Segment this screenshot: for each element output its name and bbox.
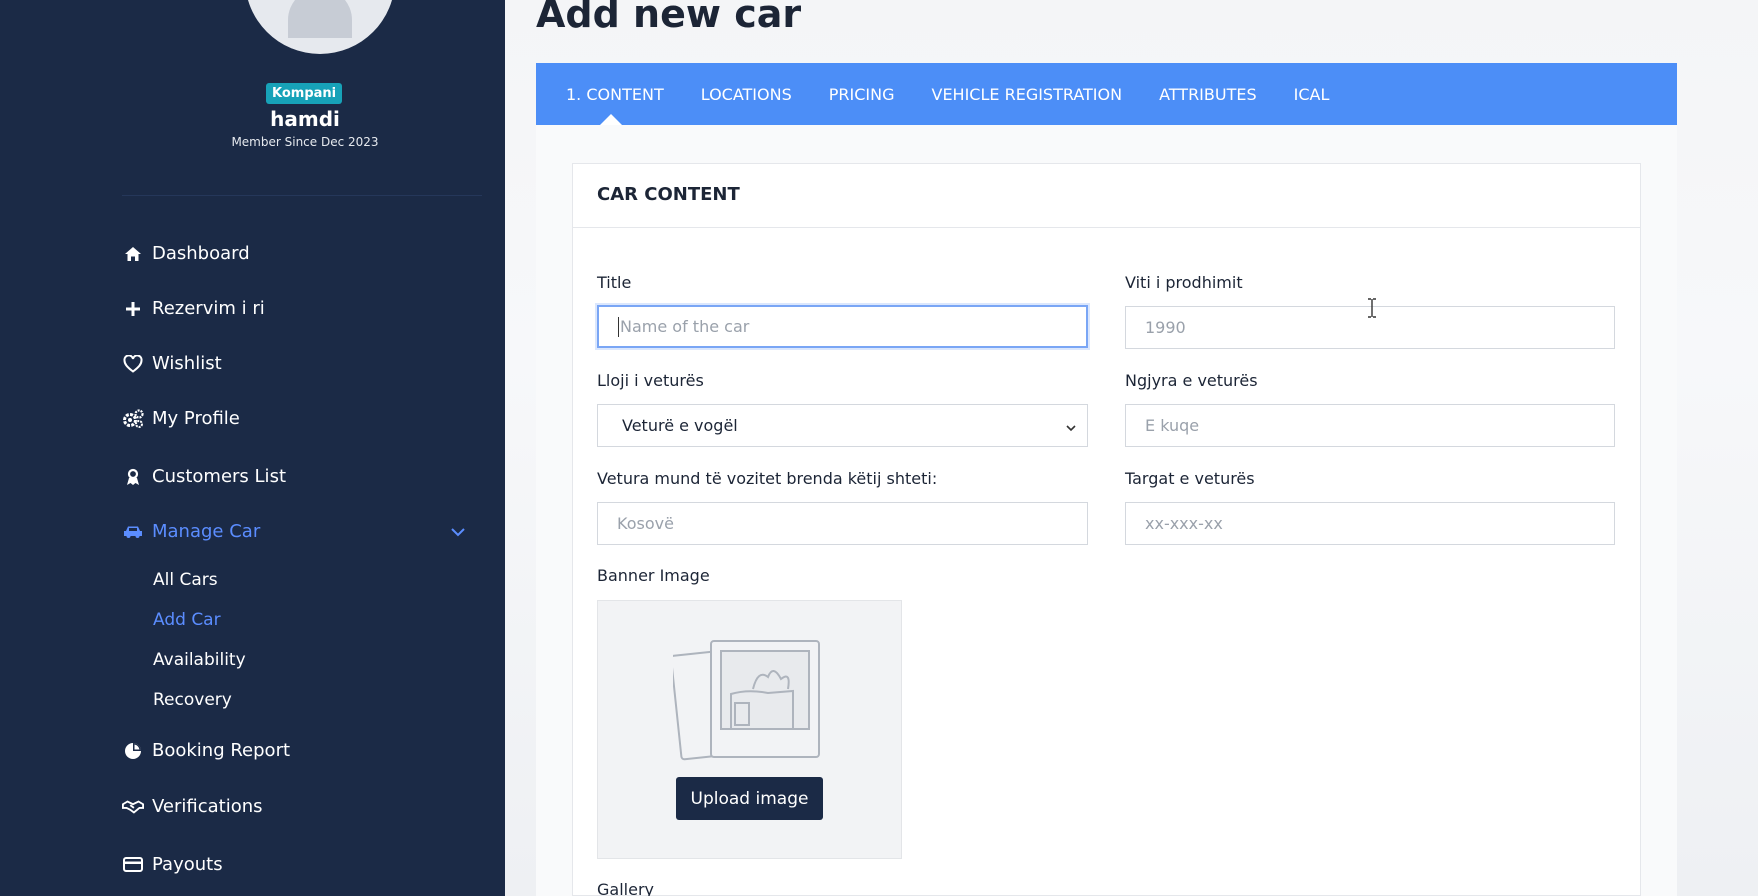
tab-vehicle-registration[interactable]: VEHICLE REGISTRATION <box>932 85 1123 104</box>
car-color-input[interactable]: E kuqe <box>1125 404 1615 447</box>
sidebar: Kompani hamdi Member Since Dec 2023 Dash… <box>0 0 505 896</box>
sidebar-divider <box>122 195 482 196</box>
car-color-label: Ngjyra e veturës <box>1125 371 1258 390</box>
tab-attributes[interactable]: ATTRIBUTES <box>1159 85 1257 104</box>
sidebar-item-label: Customers List <box>152 466 286 487</box>
plates-placeholder: xx-xxx-xx <box>1145 514 1223 533</box>
sidebar-item-verifications[interactable]: Verifications <box>122 796 263 817</box>
sidebar-item-dashboard[interactable]: Dashboard <box>122 243 250 264</box>
gallery-label: Gallery <box>597 880 654 896</box>
plates-label: Targat e veturës <box>1125 469 1255 488</box>
sidebar-item-wishlist[interactable]: Wishlist <box>122 353 222 374</box>
car-icon <box>122 522 144 542</box>
title-placeholder: Name of the car <box>620 317 750 336</box>
year-label: Viti i prodhimit <box>1125 273 1243 292</box>
sidebar-item-label: Wishlist <box>152 353 222 374</box>
chevron-down-icon <box>1065 419 1077 438</box>
sidebar-item-payouts[interactable]: Payouts <box>122 854 223 875</box>
title-input[interactable]: Name of the car <box>597 305 1088 348</box>
sidebar-subitem-recovery[interactable]: Recovery <box>153 690 232 710</box>
chevron-down-icon[interactable] <box>450 522 466 541</box>
tab-locations[interactable]: LOCATIONS <box>701 85 792 104</box>
sidebar-subitem-all-cars[interactable]: All Cars <box>153 570 218 590</box>
tab-bar: 1. CONTENT LOCATIONS PRICING VEHICLE REG… <box>536 63 1677 125</box>
sidebar-subitem-add-car[interactable]: Add Car <box>153 610 221 630</box>
card-divider <box>572 227 1641 228</box>
card-title: CAR CONTENT <box>597 184 740 205</box>
image-placeholder-icon <box>673 640 820 761</box>
upload-image-button[interactable]: Upload image <box>676 777 823 820</box>
tab-ical[interactable]: ICAL <box>1294 85 1330 104</box>
pie-chart-icon <box>122 741 144 761</box>
car-type-label: Lloji i veturës <box>597 371 704 390</box>
gears-icon <box>122 408 144 429</box>
plates-input[interactable]: xx-xxx-xx <box>1125 502 1615 545</box>
heart-icon <box>122 354 144 374</box>
sidebar-item-label: Booking Report <box>152 740 291 761</box>
sidebar-item-my-profile[interactable]: My Profile <box>122 408 240 429</box>
sidebar-item-label: Payouts <box>152 854 223 875</box>
banner-image-label: Banner Image <box>597 566 710 585</box>
banner-image-dropzone[interactable] <box>597 600 902 859</box>
sidebar-subitem-availability[interactable]: Availability <box>153 650 246 670</box>
sidebar-item-customers-list[interactable]: Customers List <box>122 466 286 487</box>
sidebar-item-label: Dashboard <box>152 243 250 264</box>
country-placeholder: Kosovë <box>617 514 674 533</box>
sidebar-item-label: Verifications <box>152 796 263 817</box>
sidebar-item-label: Rezervim i ri <box>152 298 265 319</box>
active-tab-indicator <box>600 114 622 125</box>
year-placeholder: 1990 <box>1145 318 1186 337</box>
avatar[interactable] <box>245 0 395 54</box>
text-cursor-icon <box>1367 298 1377 322</box>
car-color-placeholder: E kuqe <box>1145 416 1200 435</box>
account-type-badge: Kompani <box>266 83 343 104</box>
sidebar-item-label: My Profile <box>152 408 240 429</box>
home-icon <box>122 244 144 264</box>
user-badge-icon <box>122 467 144 487</box>
tab-content[interactable]: 1. CONTENT <box>566 85 664 104</box>
sidebar-item-booking-report[interactable]: Booking Report <box>122 740 290 761</box>
tab-pricing[interactable]: PRICING <box>829 85 895 104</box>
credit-card-icon <box>122 855 144 875</box>
car-type-select[interactable]: Veturë e vogël <box>597 404 1088 447</box>
plus-icon <box>122 299 144 319</box>
title-label: Title <box>597 273 632 292</box>
sidebar-item-manage-car[interactable]: Manage Car <box>122 521 260 542</box>
handshake-icon <box>122 797 144 817</box>
sidebar-item-label: Manage Car <box>152 521 261 542</box>
car-type-value: Veturë e vogël <box>622 416 738 435</box>
sidebar-item-new-reservation[interactable]: Rezervim i ri <box>122 298 265 319</box>
page-title: Add new car <box>536 0 802 36</box>
country-input[interactable]: Kosovë <box>597 502 1088 545</box>
country-label: Vetura mund të vozitet brenda këtij shte… <box>597 469 938 488</box>
